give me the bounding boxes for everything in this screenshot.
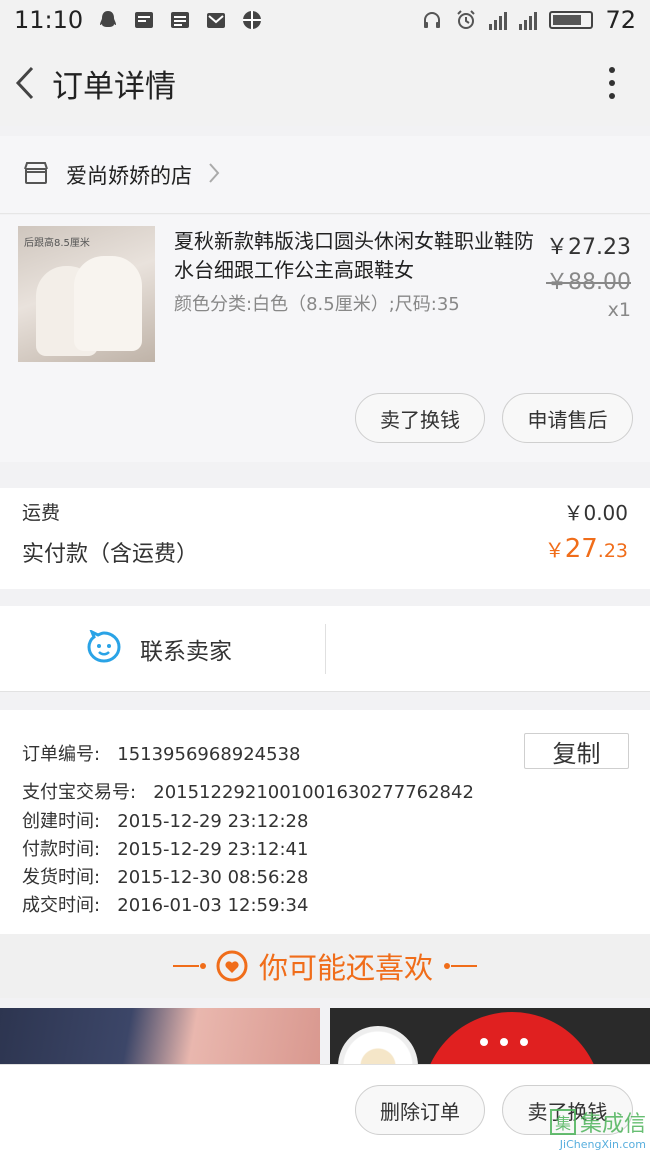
contact-seller-label: 联系卖家 [140,639,232,665]
more-dot-icon [609,67,615,73]
qq-icon [97,9,119,31]
status-bar: 11:10 72 [0,0,650,40]
product-original-price: ￥88.00 [546,270,631,295]
more-dot-icon [609,80,615,86]
signal-icon [489,10,508,30]
paid-time-label: 付款时间: [22,839,101,860]
notification-icons [97,9,263,31]
shop-name: 爱尚娇娇的店 [66,163,192,188]
order-number-label: 订单编号: [22,744,101,765]
completed-time-row: 成交时间: 2016-01-03 12:59:34 [22,891,308,917]
message-icon [133,9,155,31]
contact-bar: 联系卖家 [0,606,650,692]
paid-integer: 27 [564,534,598,564]
shipping-label: 运费 [22,502,61,524]
product-price: ￥27.23 [546,235,631,260]
product-spec: 颜色分类:白色（8.5厘米）;尺码:35 [174,294,460,315]
product-title[interactable]: 夏秋新款韩版浅口圆头休闲女鞋职业鞋防水台细跟工作公主高跟鞋女 [174,227,534,285]
watermark-cn: 集成信 [579,1112,646,1137]
contact-seller-button[interactable]: 联系卖家 [0,606,325,692]
more-dot-icon [609,93,615,99]
more-options-button[interactable] [602,63,622,103]
product-image-caption: 后跟高8.5厘米 [24,238,90,249]
recommend-title: 你可能还喜欢 [258,951,433,985]
completed-time-value: 2016-01-03 12:59:34 [117,895,309,916]
chevron-left-icon [15,66,34,100]
bottom-action-bar: 删除订单 卖了换钱 集 集成信 JiChengXin.com [0,1064,650,1155]
battery-icon [549,11,594,29]
recommend-title-row: 你可能还喜欢 [172,945,477,987]
system-icons: 72 [421,6,636,34]
paid-label: 实付款（含运费） [22,542,199,567]
paid-currency: ￥ [544,538,565,562]
alipay-number-row: 支付宝交易号: 2015122921001001630277762842 [22,778,474,804]
product-image[interactable]: 后跟高8.5厘米 [18,226,155,362]
divider-left-icon [172,963,206,969]
divider-right-icon [444,963,477,969]
order-info: 订单编号: 1513956968924538 复制 支付宝交易号: 201512… [0,710,650,934]
signal-4g-icon [519,10,538,30]
shipped-time-value: 2015-12-30 08:56:28 [117,867,309,888]
payment-summary: 运费 ￥0.00 实付款（含运费） ￥27.23 [0,488,650,589]
recommended-item-image[interactable] [330,1008,650,1068]
watermark-logo-icon: 集 [549,1109,576,1135]
browser-icon [241,9,263,31]
product-card: 后跟高8.5厘米 夏秋新款韩版浅口圆头休闲女鞋职业鞋防水台细跟工作公主高跟鞋女 … [0,215,650,462]
order-number-row: 订单编号: 1513956968924538 [22,740,300,766]
created-time-row: 创建时间: 2015-12-29 23:12:28 [22,807,308,833]
alipay-number-value: 2015122921001001630277762842 [153,782,474,803]
page-title: 订单详情 [52,68,176,105]
news-icon [169,9,191,31]
site-watermark: 集 集成信 JiChengXin.com [549,1106,646,1151]
back-button[interactable] [2,53,48,113]
battery-level: 72 [605,6,636,34]
recommend-header: 你可能还喜欢 [0,934,650,998]
shop-icon [22,160,50,190]
alarm-icon [455,9,477,31]
copy-order-number-button[interactable]: 复制 [524,733,629,769]
created-time-value: 2015-12-29 23:12:28 [117,811,309,832]
paid-value: ￥27.23 [545,534,628,564]
shipped-time-row: 发货时间: 2015-12-30 08:56:28 [22,863,308,889]
paid-decimal: .23 [597,540,628,562]
shop-row[interactable]: 爱尚娇娇的店 [0,136,650,214]
paid-time-value: 2015-12-29 23:12:41 [117,839,309,860]
shipping-value: ￥0.00 [563,501,628,525]
heart-icon [216,950,248,982]
chat-face-icon [86,628,122,668]
delete-order-button[interactable]: 删除订单 [355,1085,485,1135]
product-quantity: x1 [607,299,631,321]
mail-icon [205,9,227,31]
paid-time-row: 付款时间: 2015-12-29 23:12:41 [22,835,308,861]
created-time-label: 创建时间: [22,811,101,832]
divider [325,624,326,674]
order-number-value: 1513956968924538 [117,744,301,765]
chevron-right-icon [208,162,220,188]
sell-for-cash-button[interactable]: 卖了换钱 [355,393,485,443]
alipay-number-label: 支付宝交易号: [22,782,137,803]
nav-bar: 订单详情 [0,40,650,126]
shipped-time-label: 发货时间: [22,867,101,888]
completed-time-label: 成交时间: [22,895,101,916]
recommended-item-image[interactable] [0,1008,320,1068]
status-time: 11:10 [14,6,84,34]
after-sale-button[interactable]: 申请售后 [502,393,633,443]
headset-icon [421,9,443,31]
watermark-en: JiChengXin.com [559,1138,646,1151]
